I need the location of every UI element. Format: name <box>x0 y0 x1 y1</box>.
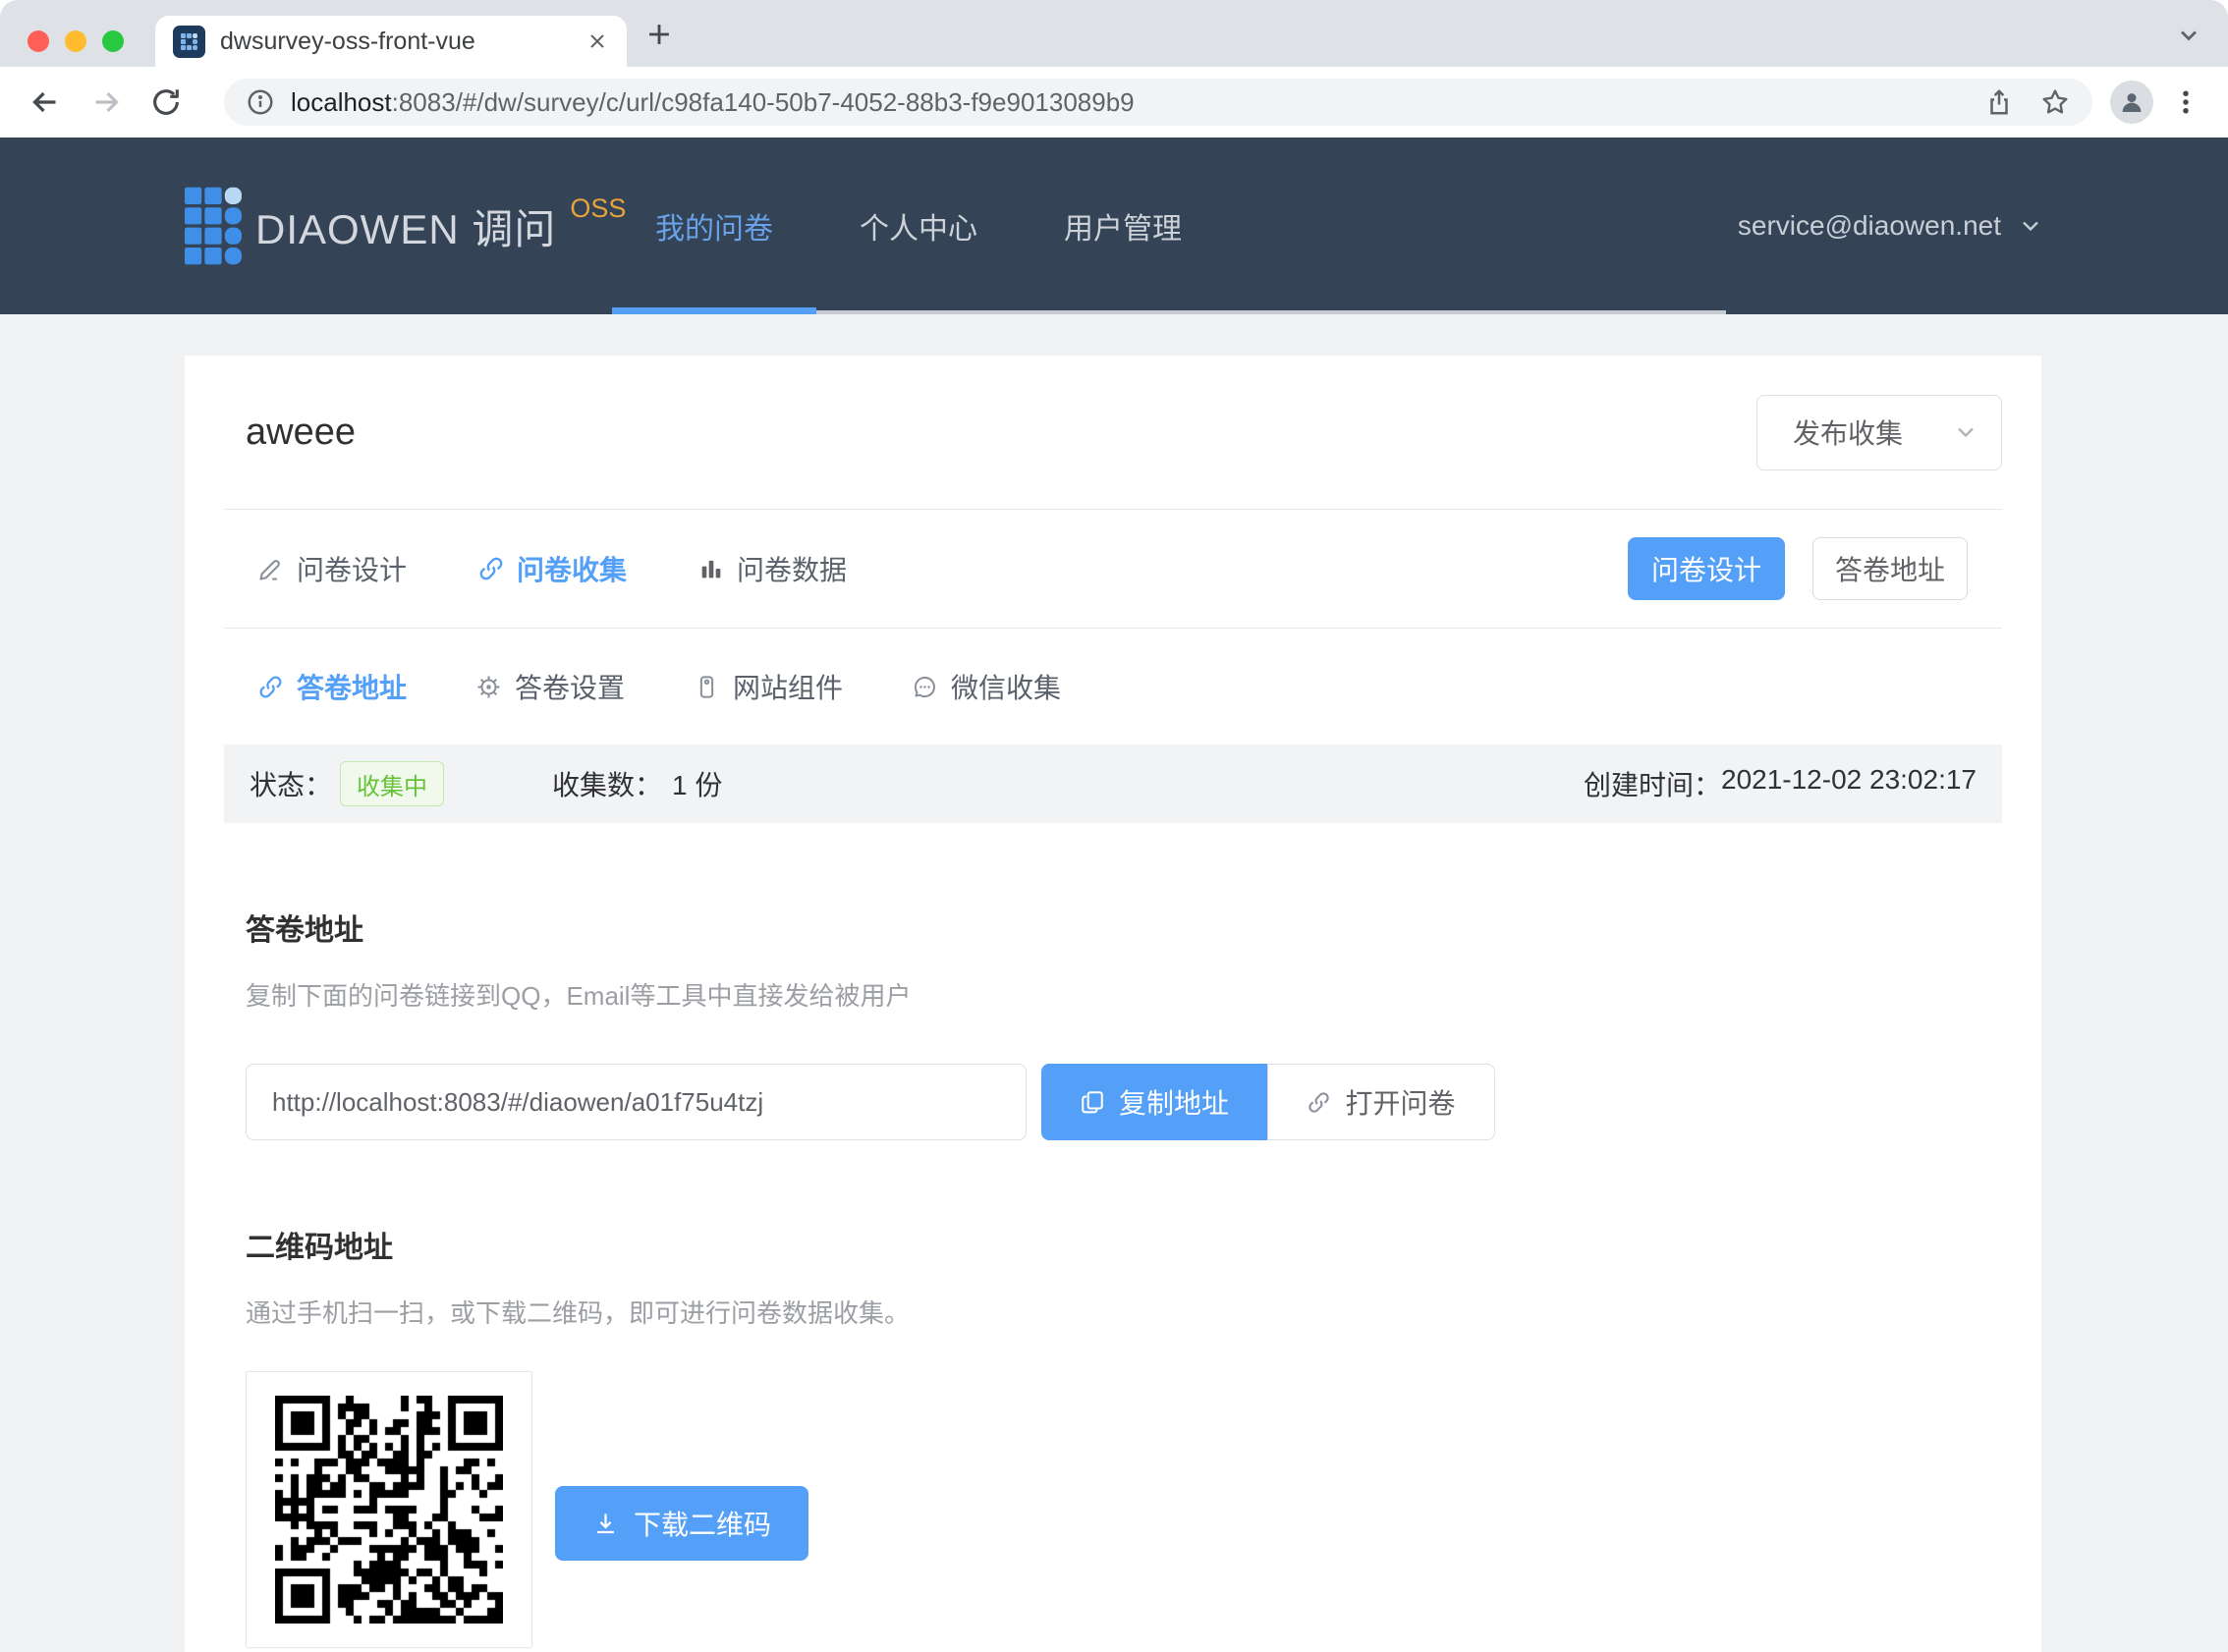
gear-icon <box>475 674 502 700</box>
tab-title: dwsurvey-oss-front-vue <box>220 28 585 56</box>
survey-card: aweee 发布收集 问卷设计 <box>185 356 2041 1652</box>
bar-chart-icon <box>697 555 725 582</box>
publish-select-value: 发布收集 <box>1793 413 1903 452</box>
nav-item-profile[interactable]: 个人中心 <box>816 138 1021 314</box>
page-background: aweee 发布收集 问卷设计 <box>0 314 2228 1652</box>
qrcode-row: 下载二维码 <box>246 1371 2002 1648</box>
nav-item-user-management[interactable]: 用户管理 <box>1021 138 1225 314</box>
browser-window: dwsurvey-oss-front-vue <box>0 0 2228 1652</box>
copy-url-button[interactable]: 复制地址 <box>1041 1064 1267 1140</box>
qrcode-description: 通过手机扫一扫，或下载二维码，即可进行问卷数据收集。 <box>246 1294 2002 1330</box>
survey-tabs: 问卷设计 问卷收集 问卷数据 问卷设计 答卷地 <box>224 510 2002 629</box>
qrcode-frame <box>246 1371 532 1648</box>
pencil-icon <box>257 555 285 582</box>
chevron-down-icon <box>1952 418 1979 446</box>
survey-design-button[interactable]: 问卷设计 <box>1628 537 1785 600</box>
forward-icon[interactable] <box>88 84 124 120</box>
link-icon <box>1307 1090 1331 1115</box>
traffic-lights <box>28 30 124 52</box>
survey-title: aweee <box>246 412 356 454</box>
zoom-window-button[interactable] <box>102 30 124 52</box>
collect-subtabs: 答卷地址 答卷设置 网站组件 <box>224 629 2002 744</box>
subtab-answer-settings[interactable]: 答卷设置 <box>475 667 625 706</box>
download-qrcode-button[interactable]: 下载二维码 <box>555 1486 808 1561</box>
answer-url-button[interactable]: 答卷地址 <box>1812 537 1968 600</box>
app-header: DIAOWEN 调问 OSS 我的问卷 个人中心 用户管理 service@di… <box>0 138 2228 314</box>
tag-icon <box>694 674 720 700</box>
nav-item-my-surveys[interactable]: 我的问卷 <box>612 138 816 314</box>
browser-menu-icon[interactable] <box>2171 87 2200 117</box>
subtab-site-widget[interactable]: 网站组件 <box>694 667 843 706</box>
answer-url-description: 复制下面的问卷链接到QQ，Email等工具中直接发给被用户 <box>246 976 2002 1013</box>
link-icon <box>257 674 284 700</box>
browser-tab[interactable]: dwsurvey-oss-front-vue <box>155 16 627 67</box>
bookmark-star-icon[interactable] <box>2039 86 2071 118</box>
account-dropdown[interactable]: service@diaowen.net <box>1738 210 2044 242</box>
back-icon[interactable] <box>28 84 63 120</box>
share-icon[interactable] <box>1984 87 2014 117</box>
url-text: localhost:8083/#/dw/survey/c/url/c98fa14… <box>291 87 1959 118</box>
brand-name: DIAOWEN 调问 <box>255 196 556 256</box>
favicon-icon <box>173 26 205 58</box>
collect-count: 收集数： 1 份 <box>552 764 722 803</box>
tab-survey-data[interactable]: 问卷数据 <box>697 549 847 588</box>
subtab-answer-url[interactable]: 答卷地址 <box>257 667 407 706</box>
brand-logo[interactable]: DIAOWEN 调问 OSS <box>185 185 626 267</box>
chat-icon <box>912 674 938 700</box>
status-badge: 收集中 <box>340 761 444 806</box>
download-icon <box>592 1511 619 1537</box>
account-email: service@diaowen.net <box>1738 210 2001 242</box>
answer-url-row: 复制地址 打开问卷 <box>246 1064 2002 1140</box>
card-header: aweee 发布收集 <box>224 356 2002 510</box>
new-tab-button[interactable] <box>642 18 676 51</box>
close-window-button[interactable] <box>28 30 49 52</box>
browser-toolbar: localhost:8083/#/dw/survey/c/url/c98fa14… <box>0 67 2228 138</box>
copy-icon <box>1080 1089 1105 1115</box>
nav-active-underline <box>612 307 816 314</box>
tab-search-chevron-icon[interactable] <box>2175 22 2202 49</box>
header-actions: 问卷设计 答卷地址 <box>1628 537 1968 600</box>
browser-profile-avatar[interactable] <box>2110 81 2153 124</box>
qrcode-heading: 二维码地址 <box>246 1223 2002 1266</box>
open-survey-button[interactable]: 打开问卷 <box>1267 1064 1495 1140</box>
site-info-icon[interactable] <box>246 87 275 117</box>
browser-tab-strip: dwsurvey-oss-front-vue <box>0 0 2228 67</box>
main-nav: 我的问卷 个人中心 用户管理 <box>612 138 1225 314</box>
created-time: 创建时间： 2021-12-02 23:02:17 <box>1584 764 1977 803</box>
reload-icon[interactable] <box>149 85 183 119</box>
status-bar: 状态： 收集中 收集数： 1 份 创建时间： 2021-12-02 23:02:… <box>224 744 2002 823</box>
qr-code <box>275 1396 503 1624</box>
address-bar[interactable]: localhost:8083/#/dw/survey/c/url/c98fa14… <box>224 79 2092 126</box>
survey-link-input[interactable] <box>246 1064 1027 1140</box>
publish-select[interactable]: 发布收集 <box>1756 395 2002 470</box>
chevron-down-icon <box>2017 212 2044 240</box>
tab-survey-design[interactable]: 问卷设计 <box>257 549 407 588</box>
subtab-wechat-collect[interactable]: 微信收集 <box>912 667 1061 706</box>
tab-close-icon[interactable] <box>585 29 609 53</box>
tab-survey-collect[interactable]: 问卷收集 <box>477 549 627 588</box>
answer-url-heading: 答卷地址 <box>246 906 2002 949</box>
status-label: 状态： <box>250 764 332 803</box>
link-icon <box>477 555 505 582</box>
minimize-window-button[interactable] <box>65 30 86 52</box>
diaowen-grid-icon <box>185 185 242 267</box>
